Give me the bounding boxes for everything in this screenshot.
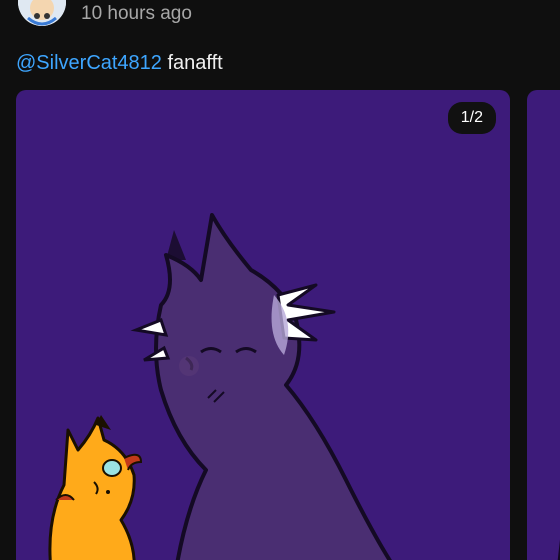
fan-art-image — [48, 213, 392, 560]
post-caption: @SilverCat4812 fanafft — [16, 50, 223, 76]
avatar-image — [18, 0, 66, 26]
carousel-slide-2-preview[interactable] — [527, 90, 560, 560]
caption-text: fanafft — [167, 52, 223, 74]
mention-link[interactable]: @SilverCat4812 — [16, 52, 162, 74]
post-header: 10 hours ago — [0, 0, 560, 36]
carousel-slide-1[interactable]: 1/2 — [16, 90, 510, 560]
carousel-counter: 1/2 — [447, 102, 496, 134]
post-timestamp: 10 hours ago — [81, 3, 192, 24]
next-image-preview — [557, 539, 560, 560]
image-carousel[interactable]: 1/2 — [0, 90, 560, 560]
avatar[interactable] — [18, 0, 66, 26]
